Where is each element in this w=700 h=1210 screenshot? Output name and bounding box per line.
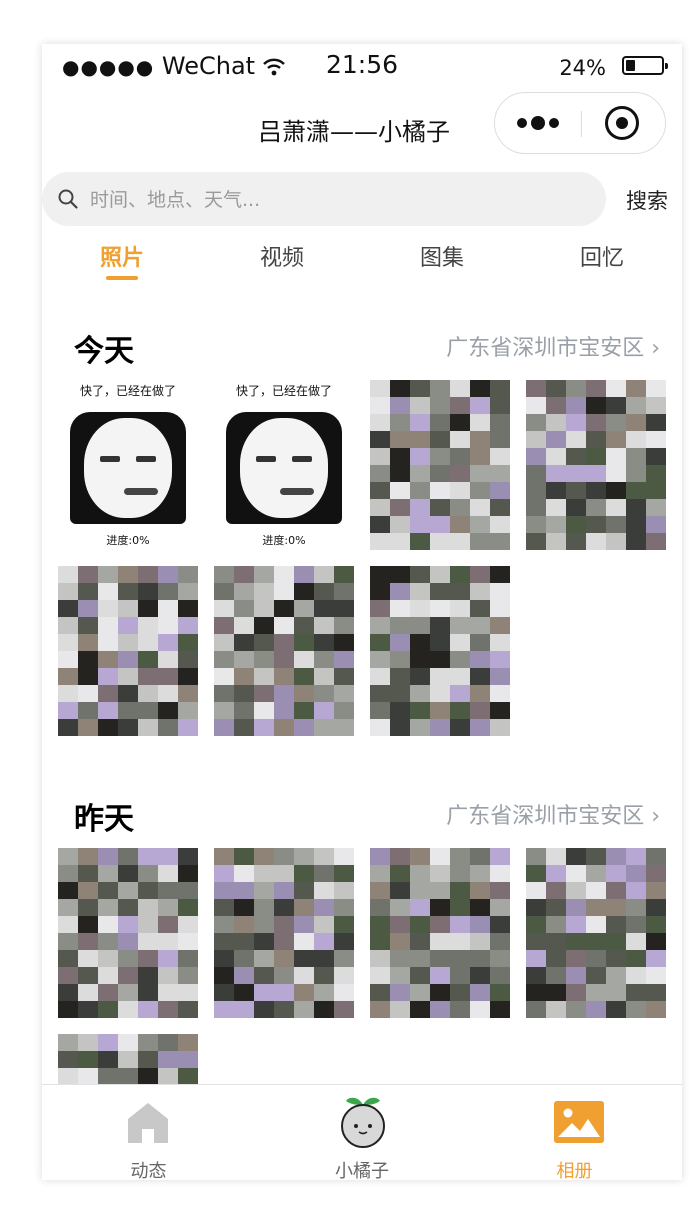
more-icon[interactable]	[517, 112, 559, 134]
tab-videos[interactable]: 视频	[202, 240, 362, 272]
section-day: 今天	[74, 334, 134, 369]
bottom-tab-bar: 动态 小橘子 相册	[42, 1084, 682, 1180]
nav-bar: 吕萧潇——小橘子	[42, 88, 682, 168]
photo-thumbnail[interactable]	[58, 566, 198, 736]
battery-icon	[622, 56, 668, 75]
tabbar-label: 动态	[130, 1161, 167, 1180]
house-icon	[128, 1103, 168, 1143]
photo-thumbnail[interactable]	[58, 848, 198, 1018]
photo-thumbnail[interactable]	[214, 848, 354, 1018]
search-input[interactable]	[88, 182, 572, 218]
status-bar: ●●●●● WeChat 21:56 24%	[42, 44, 682, 88]
section-location-link[interactable]: 广东省深圳市宝安区 ›	[446, 798, 660, 830]
close-miniprogram-icon[interactable]	[605, 106, 639, 140]
tabbar-label: 相册	[556, 1161, 593, 1180]
mini-program-capsule	[494, 92, 666, 154]
section-header-today: 今天 广东省深圳市宝安区 ›	[42, 320, 682, 370]
album-icon	[554, 1101, 604, 1143]
tab-albums[interactable]: 图集	[362, 240, 522, 272]
tab-photos[interactable]: 照片	[42, 240, 202, 280]
search-bar	[42, 172, 606, 226]
tab-memories[interactable]: 回忆	[522, 240, 682, 272]
photo-thumbnail[interactable]	[370, 380, 510, 550]
capsule-divider	[581, 111, 582, 137]
photo-thumbnail[interactable]	[526, 848, 666, 1018]
photo-thumbnail[interactable]	[370, 566, 510, 736]
content-tabs: 照片 视频 图集 回忆	[42, 240, 682, 280]
section-header-yesterday: 昨天 广东省深圳市宝安区 ›	[42, 788, 682, 838]
photo-thumbnail[interactable]	[370, 848, 510, 1018]
tabbar-item-feed[interactable]: 动态	[42, 1085, 255, 1180]
panda-face-icon	[226, 412, 342, 524]
meme-progress: 进度:0%	[106, 534, 150, 547]
search-button[interactable]: 搜索	[626, 185, 668, 215]
photo-thumbnail[interactable]	[526, 380, 666, 550]
orange-icon	[341, 1097, 385, 1148]
panda-face-icon	[70, 412, 186, 524]
meme-progress: 进度:0%	[262, 534, 306, 547]
meme-thumbnail[interactable]: 快了，已经在做了 进度:0%	[214, 380, 354, 550]
battery-percent: 24%	[559, 56, 606, 80]
meme-caption: 快了，已经在做了	[235, 384, 332, 398]
meme-caption: 快了，已经在做了	[79, 384, 176, 398]
photo-thumbnail[interactable]	[214, 566, 354, 736]
section-location-link[interactable]: 广东省深圳市宝安区 ›	[446, 330, 660, 362]
section-day: 昨天	[74, 802, 134, 837]
meme-thumbnail[interactable]: 快了，已经在做了 进度:0%	[58, 380, 198, 550]
search-icon	[58, 189, 78, 209]
page-title: 吕萧潇——小橘子	[258, 118, 450, 146]
tabbar-item-album[interactable]: 相册	[468, 1085, 681, 1180]
phone-frame: ●●●●● WeChat 21:56 24% 吕萧潇——小橘子 时间、地点、天气…	[42, 44, 682, 1180]
